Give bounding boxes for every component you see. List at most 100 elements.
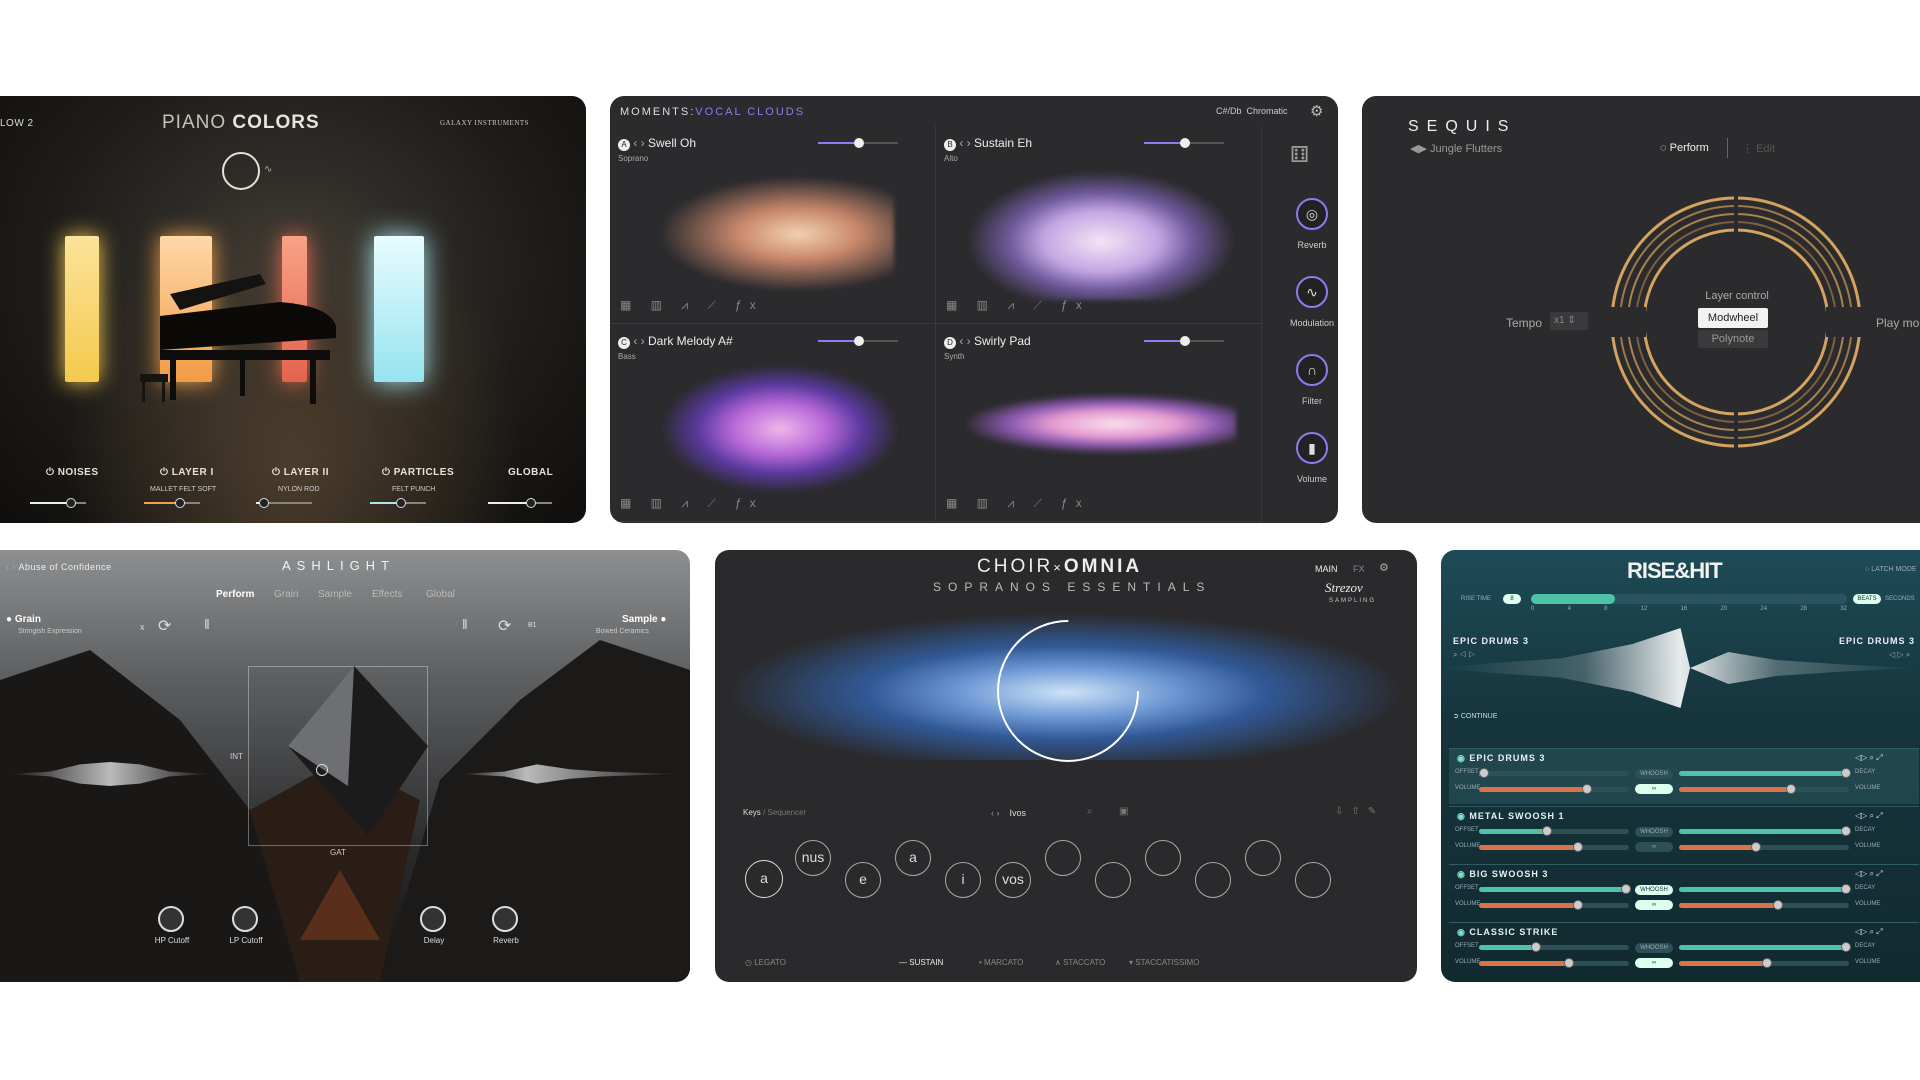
sound-slot-a[interactable]: A ‹ › Swell Oh Soprano ▦ ▥ ⩘ ⟋ ƒx <box>610 126 936 324</box>
layer-row[interactable]: ◉ BIG SWOOSH 3 ◁▷ ⌕ ⤢ OFFSET VOLUME WHOO… <box>1449 864 1919 920</box>
section-layer-1[interactable]: ⏻ LAYER I <box>160 467 214 478</box>
decay-offset-slider[interactable] <box>1679 884 1851 894</box>
reverb-knob[interactable] <box>492 906 518 932</box>
grain-label[interactable]: ● Grain <box>6 614 41 625</box>
dice-randomize-icon[interactable]: ⚅ <box>1290 142 1309 168</box>
layer-tools[interactable]: ◁▷ ⌕ ⤢ <box>1855 869 1883 879</box>
left-sound-controls[interactable]: ⌕ ◁ ▷ <box>1453 650 1475 660</box>
tab-grain[interactable]: Grain <box>274 589 298 600</box>
continue-button[interactable]: ➲ CONTINUE <box>1453 712 1497 720</box>
volume-slider[interactable] <box>1479 784 1629 794</box>
syllable-slot[interactable]: nus <box>795 840 831 876</box>
empty-syllable-slot[interactable] <box>1295 862 1331 898</box>
slot-toolbar[interactable]: ▦ ▥ ⩘ ⟋ ƒx <box>620 496 764 511</box>
slot-volume-slider[interactable] <box>818 336 898 346</box>
slot-volume-slider[interactable] <box>1144 138 1224 148</box>
section-global[interactable]: GLOBAL <box>508 467 553 478</box>
color-dial-knob[interactable] <box>222 152 260 190</box>
delay-knob[interactable] <box>420 906 446 932</box>
tab-global[interactable]: Global <box>426 589 455 600</box>
syllable-slot[interactable]: i <box>945 862 981 898</box>
offset-slider[interactable] <box>1479 884 1631 894</box>
layer-row[interactable]: ◉ EPIC DRUMS 3 ◁▷ ⌕ ⤢ OFFSET VOLUME WHOO… <box>1449 748 1919 804</box>
tab-keys[interactable]: Keys <box>743 808 761 817</box>
key-select[interactable]: C#/Db Chromatic <box>1216 106 1288 116</box>
rise-time-slider[interactable] <box>1531 594 1847 604</box>
seconds-toggle[interactable]: SECONDS <box>1885 596 1915 602</box>
offset-slider[interactable] <box>1479 826 1629 836</box>
sound-slot-b[interactable]: B ‹ › Sustain Eh Alto ▦ ▥ ⩘ ⟋ ƒx <box>936 126 1262 324</box>
tab-sequencer[interactable]: Sequencer <box>768 808 807 817</box>
sound-slot-c[interactable]: C ‹ › Dark Melody A# Bass ▦ ▥ ⩘ ⟋ ƒx <box>610 324 936 522</box>
empty-syllable-slot[interactable] <box>1145 840 1181 876</box>
nav-main[interactable]: MAIN <box>1315 564 1338 574</box>
slot-volume-slider[interactable] <box>818 138 898 148</box>
slot-toolbar[interactable]: ▦ ▥ ⩘ ⟋ ƒx <box>620 298 764 313</box>
import-export-icons[interactable]: ⇩⇧✎ <box>1335 806 1384 817</box>
decay-offset-slider[interactable] <box>1679 768 1851 778</box>
filter-button[interactable]: ∩ <box>1296 354 1328 386</box>
sound-slot-d[interactable]: D ‹ › Swirly Pad Synth ▦ ▥ ⩘ ⟋ ƒx <box>936 324 1262 522</box>
right-sound-controls[interactable]: ◁ ▷ ⌕ <box>1889 650 1910 660</box>
section-noises[interactable]: ⏻ NOISES <box>46 467 99 478</box>
nav-fx[interactable]: FX <box>1353 564 1365 574</box>
main-dial[interactable] <box>995 618 1141 764</box>
empty-syllable-slot[interactable] <box>1245 840 1281 876</box>
layer-row[interactable]: ◉ METAL SWOOSH 1 ◁▷ ⌕ ⤢ OFFSET VOLUME WH… <box>1449 806 1919 862</box>
decay-volume-slider[interactable] <box>1679 784 1849 794</box>
loop-icon[interactable]: ⟳ <box>158 616 171 636</box>
decay-offset-slider[interactable] <box>1679 826 1851 836</box>
volume-slider[interactable] <box>1479 900 1629 910</box>
layer-2-slider[interactable] <box>256 498 312 508</box>
tab-sample[interactable]: Sample <box>318 589 352 600</box>
link-toggle[interactable]: ∞ <box>1635 842 1673 852</box>
search-icon[interactable]: ⌕ <box>1087 806 1093 817</box>
save-icon[interactable]: ▣ <box>1119 806 1128 817</box>
empty-syllable-slot[interactable] <box>1195 862 1231 898</box>
syllable-slot[interactable]: vos <box>995 862 1031 898</box>
empty-syllable-slot[interactable] <box>1095 862 1131 898</box>
beats-toggle[interactable]: BEATS <box>1853 594 1881 604</box>
articulation-sustain[interactable]: — SUSTAIN <box>899 958 943 967</box>
link-toggle[interactable]: ∞ <box>1635 784 1673 794</box>
empty-syllable-slot[interactable] <box>1045 840 1081 876</box>
layer-tools[interactable]: ◁▷ ⌕ ⤢ <box>1855 811 1883 821</box>
syllable-slot[interactable]: e <box>845 862 881 898</box>
slot-toolbar[interactable]: ▦ ▥ ⩘ ⟋ ƒx <box>946 298 1090 313</box>
tab-perform[interactable]: ◌ Perform <box>1660 142 1709 154</box>
settings-gear-icon[interactable]: ⚙ <box>1379 561 1389 574</box>
modulation-button[interactable]: ∿ <box>1296 276 1328 308</box>
articulation-staccato[interactable]: ∧ STACCATO <box>1055 958 1105 967</box>
layer-tools[interactable]: ◁▷ ⌕ ⤢ <box>1855 927 1883 937</box>
decay-volume-slider[interactable] <box>1679 842 1849 852</box>
latch-mode-toggle[interactable]: ○ LATCH MODE <box>1865 566 1917 573</box>
preset-browser[interactable]: ‹ › Abuse of Confidence <box>6 562 112 572</box>
section-layer-2[interactable]: ⏻ LAYER II <box>272 467 329 478</box>
volume-slider[interactable] <box>1479 842 1629 852</box>
offset-slider[interactable] <box>1479 768 1629 778</box>
tab-edit[interactable]: ⋮ Edit <box>1742 142 1775 155</box>
section-particles[interactable]: ⏻ PARTICLES <box>382 467 454 478</box>
tab-effects[interactable]: Effects <box>372 589 402 600</box>
layer-tools[interactable]: ◁▷ ⌕ ⤢ <box>1855 753 1883 763</box>
noises-slider[interactable] <box>30 498 86 508</box>
hp-cutoff-knob[interactable] <box>158 906 184 932</box>
preset-browser[interactable]: ‹ › Ivos <box>991 808 1026 818</box>
volume-button[interactable]: ▮ <box>1296 432 1328 464</box>
pause-icon[interactable]: ‖ <box>462 616 468 632</box>
decay-volume-slider[interactable] <box>1679 958 1849 968</box>
tempo-multiplier-stepper[interactable]: x1 ⇕ <box>1550 312 1588 330</box>
layer-1-slider[interactable] <box>144 498 200 508</box>
articulation-legato[interactable]: ◷ LEGATO <box>745 958 786 967</box>
decay-offset-slider[interactable] <box>1679 942 1851 952</box>
slot-toolbar[interactable]: ▦ ▥ ⩘ ⟋ ƒx <box>946 496 1090 511</box>
decay-volume-slider[interactable] <box>1679 900 1849 910</box>
articulation-marcato[interactable]: • MARCATO <box>979 958 1023 967</box>
link-toggle[interactable]: ∞ <box>1635 958 1673 968</box>
offset-slider[interactable] <box>1479 942 1629 952</box>
syllable-slot[interactable]: a <box>745 860 783 898</box>
sample-label[interactable]: Sample ● <box>622 614 666 625</box>
settings-gear-icon[interactable]: ⚙ <box>1310 102 1323 120</box>
slot-volume-slider[interactable] <box>1144 336 1224 346</box>
modwheel-option[interactable]: Modwheel <box>1698 308 1768 328</box>
